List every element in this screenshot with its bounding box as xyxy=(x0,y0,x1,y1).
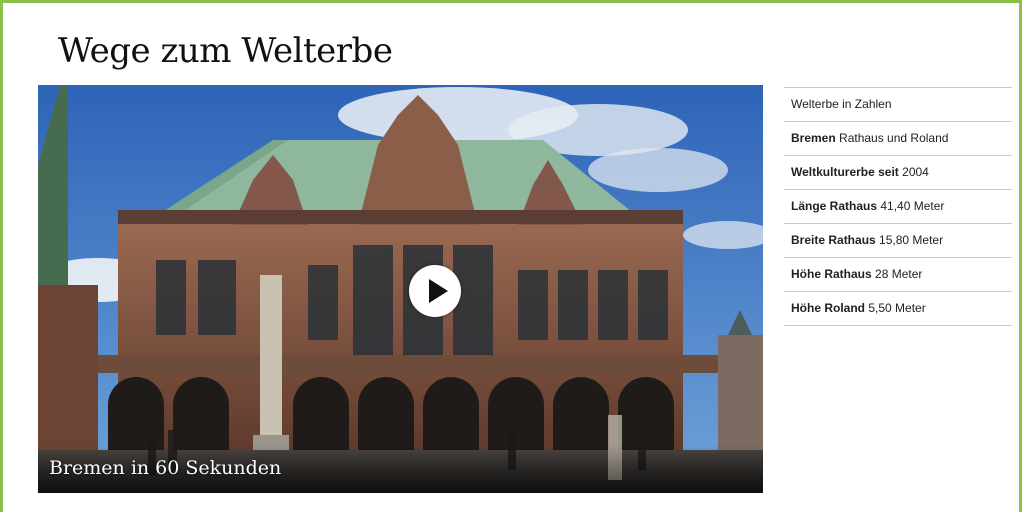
fact-label: Höhe Roland xyxy=(791,301,865,315)
facts-item: Länge Rathaus 41,40 Meter xyxy=(784,190,1012,224)
fact-label: Höhe Rathaus xyxy=(791,267,872,281)
fact-value: 28 Meter xyxy=(875,267,923,281)
fact-label: Breite Rathaus xyxy=(791,233,876,247)
fact-label: Weltkulturerbe seit xyxy=(791,165,899,179)
fact-label: Länge Rathaus xyxy=(791,199,878,213)
video-thumbnail xyxy=(38,85,763,493)
play-button[interactable] xyxy=(409,265,461,317)
page-frame: Wege zum Welterbe Bremen in 60 Sekunden … xyxy=(0,0,1022,512)
facts-item: Höhe Rathaus 28 Meter xyxy=(784,258,1012,292)
fact-label: Bremen xyxy=(791,131,836,145)
facts-item: Höhe Roland 5,50 Meter xyxy=(784,292,1012,326)
fact-value: 2004 xyxy=(902,165,929,179)
facts-item: Bremen Rathaus und Roland xyxy=(784,122,1012,156)
fact-value: 5,50 Meter xyxy=(868,301,926,315)
play-icon xyxy=(429,279,448,303)
video-player[interactable]: Bremen in 60 Sekunden xyxy=(38,85,763,493)
video-caption: Bremen in 60 Sekunden xyxy=(49,457,282,479)
facts-list: Welterbe in Zahlen Bremen Rathaus und Ro… xyxy=(784,87,1012,326)
video-caption-bar: Bremen in 60 Sekunden xyxy=(38,445,763,493)
page-title: Wege zum Welterbe xyxy=(58,31,393,71)
fact-value: Rathaus und Roland xyxy=(839,131,949,145)
facts-header: Welterbe in Zahlen xyxy=(784,88,1012,122)
fact-value: 41,40 Meter xyxy=(880,199,945,213)
facts-item: Weltkulturerbe seit 2004 xyxy=(784,156,1012,190)
fact-value: 15,80 Meter xyxy=(879,233,944,247)
facts-item: Breite Rathaus 15,80 Meter xyxy=(784,224,1012,258)
